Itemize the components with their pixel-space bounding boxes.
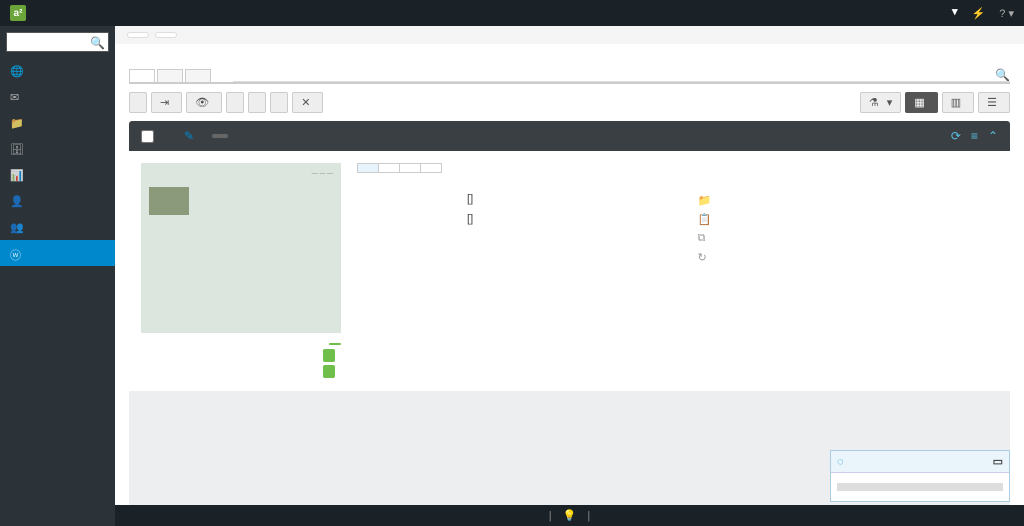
updates-badge [323,365,335,378]
menu-icon[interactable]: ≡ [971,129,978,143]
username[interactable]: ▾ [952,6,958,18]
users-icon: 👤 [10,195,22,207]
globe-icon: 🌐 [10,65,22,77]
tool-clone[interactable]: ⧉ [698,229,999,248]
import-button[interactable]: ⇥ [151,92,182,113]
footer-suggest[interactable]: 💡 [563,510,580,522]
user-block: ▾ [952,6,958,19]
nav-users[interactable]: 👤 [0,188,115,214]
collapse-icon[interactable]: ⌃ [988,129,998,143]
copy-icon: 📋 [698,213,712,226]
content-search[interactable] [233,60,1010,82]
mail-icon: ✉ [10,91,22,103]
search-icon[interactable]: 🔍 [90,36,105,50]
view-list[interactable]: ☰ [978,92,1010,113]
nav-mail[interactable]: ✉ [0,84,115,110]
tool-copy[interactable]: 📋 [698,210,999,229]
minimize-icon[interactable]: ▭ [993,455,1003,468]
clone-icon: ⧉ [698,232,706,245]
view-cards[interactable]: ▦ [905,92,937,113]
stats-icon: 📊 [10,169,22,181]
nav-wordpress[interactable]: ⓦ [0,240,115,266]
site-preview[interactable]: — — — [141,163,341,333]
subtab-database[interactable] [421,164,441,172]
remove-button[interactable]: ✕ [292,92,323,113]
sync-icon[interactable]: ⟳ [951,129,961,143]
add-label-button[interactable] [212,134,228,138]
tool-filemanager[interactable]: 📁 [698,191,999,210]
select-checkbox[interactable] [141,130,154,143]
nav-account[interactable]: 👥 [0,214,115,240]
help-link[interactable]: ? ▾ [999,7,1014,20]
breadcrumb-item[interactable] [127,32,149,38]
preview-image [149,187,189,215]
filter-button[interactable]: ⚗ ▾ [860,92,901,113]
page-title [115,44,1024,60]
nav-files[interactable]: 📁 [0,110,115,136]
breadcrumb-item[interactable] [155,32,177,38]
edit-icon[interactable]: ✎ [184,129,194,143]
backup-icon: ↻ [698,251,707,264]
install-button[interactable] [129,92,147,113]
brand-logo: a² [10,5,32,21]
footer: | 💡 | [115,505,1024,526]
logo-icon: a² [10,5,26,21]
tab-plugins[interactable] [157,69,183,82]
account-icon: 👥 [10,221,22,233]
security-badge [323,349,335,362]
progress-bar [837,483,1003,491]
wordpress-icon: ⓦ [10,247,22,259]
subtab-info[interactable] [358,164,379,172]
view-tiles[interactable]: ▥ [942,92,974,113]
spinner-icon: ◌ [837,456,844,468]
folder-icon: 📁 [698,194,712,207]
task-progress-box: ◌ ▭ [830,450,1010,502]
subtab-plugins[interactable] [379,164,400,172]
nav-databases[interactable]: 🗄 [0,136,115,162]
nav-statistics[interactable]: 📊 [0,162,115,188]
updates-button[interactable] [226,92,244,113]
tab-themes[interactable] [185,69,211,82]
nav-websites[interactable]: 🌐 [0,58,115,84]
ssl-badge [329,343,341,345]
breadcrumb [115,26,1024,44]
advisor-link[interactable]: ⚡ [972,7,986,20]
security-button[interactable] [248,92,266,113]
detach-button[interactable] [270,92,288,113]
subtab-themes[interactable] [400,164,421,172]
scan-button[interactable]: 👁 [186,92,222,113]
database-icon: 🗄 [10,143,22,155]
folder-icon: 📁 [10,117,22,129]
tool-backup[interactable]: ↻ [698,248,999,267]
